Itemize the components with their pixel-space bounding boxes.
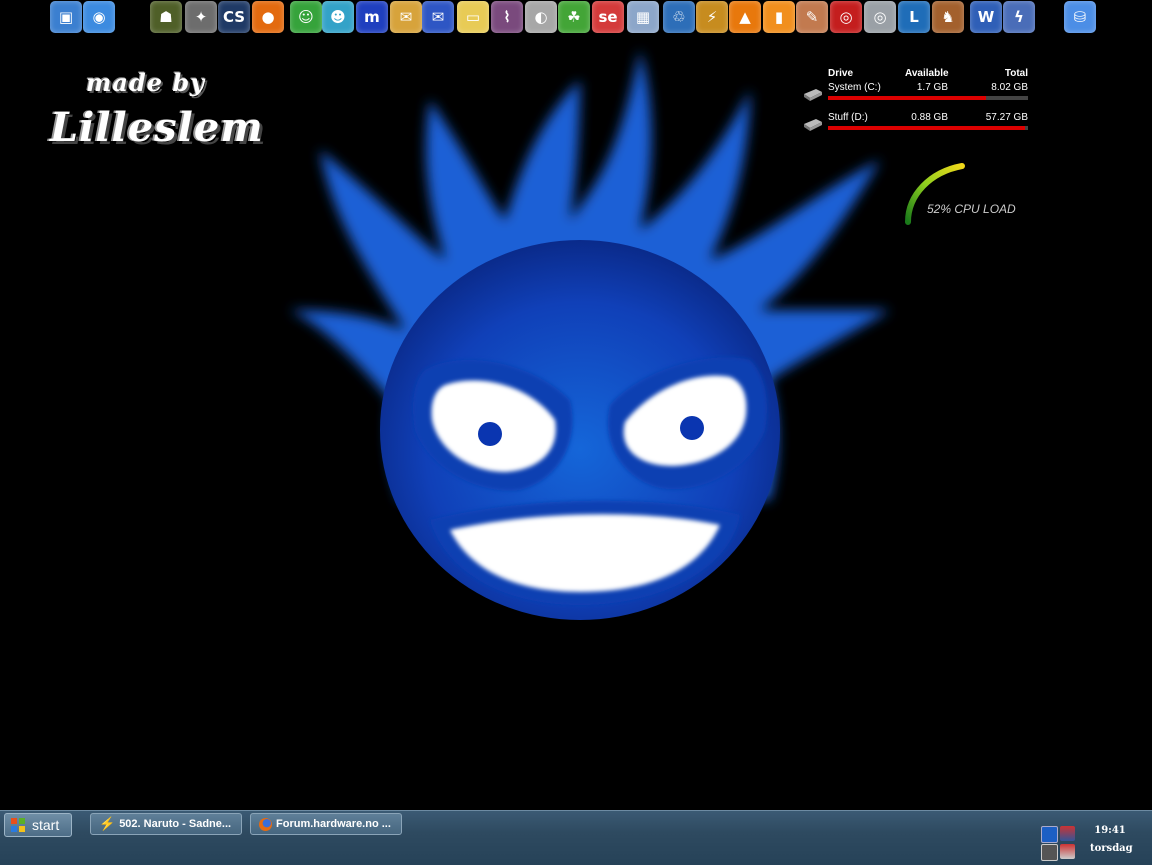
clock-day: torsdag — [1090, 843, 1133, 854]
start-button[interactable]: start — [4, 813, 72, 837]
ball-app-icon[interactable]: ◐ — [525, 1, 557, 33]
drive-name: System (C:) — [828, 82, 881, 93]
calculator-icon[interactable]: ▦ — [627, 1, 659, 33]
firefox-icon — [259, 817, 272, 831]
winamp-icon[interactable]: ⚡ — [696, 1, 728, 33]
drive-available: 0.88 GB — [911, 112, 948, 123]
taskbar-item-winamp[interactable]: ⚡ 502. Naruto - Sadne... — [90, 813, 242, 835]
tray-security-icon[interactable] — [1060, 844, 1075, 859]
internet-icon[interactable]: ◉ — [83, 1, 115, 33]
drive-column-header: Drive — [828, 68, 854, 79]
msn-messenger-icon[interactable]: ☺ — [290, 1, 322, 33]
vlc-icon[interactable]: ▲ — [729, 1, 761, 33]
tray-network-icon[interactable] — [1041, 826, 1058, 843]
folder-icon[interactable]: ▭ — [457, 1, 489, 33]
tray-flag-icon[interactable] — [1060, 826, 1075, 841]
hard-drive-icon — [804, 119, 822, 131]
taskbar: start ⚡ 502. Naruto - Sadne... Forum.har… — [0, 810, 1152, 865]
made-by-text: made by — [86, 68, 206, 97]
cpu-load-gauge: 52% CPU LOAD — [900, 160, 1040, 230]
cd-burner-icon[interactable]: ◎ — [864, 1, 896, 33]
game-monster-icon[interactable]: ☗ — [150, 1, 182, 33]
windows-logo-icon — [11, 818, 25, 832]
drive-usage-bar — [828, 126, 1028, 130]
taskbar-item-firefox[interactable]: Forum.hardware.no ... — [250, 813, 402, 835]
start-label: start — [32, 817, 60, 833]
mascot-left-pupil — [478, 422, 502, 446]
orange-app-icon[interactable]: ▮ — [763, 1, 795, 33]
messenger-contacts-icon[interactable]: ☻ — [322, 1, 354, 33]
layout-icon[interactable]: L — [898, 1, 930, 33]
database-icon[interactable]: ⛁ — [1064, 1, 1096, 33]
hard-drive-icon — [804, 89, 822, 101]
target-icon[interactable]: ◎ — [830, 1, 862, 33]
drive-available: 1.7 GB — [916, 82, 948, 93]
yoshi-icon[interactable]: ☘ — [558, 1, 590, 33]
available-column-header: Available — [905, 68, 949, 79]
firefox-icon[interactable]: ● — [252, 1, 284, 33]
drive-usage-fill — [828, 126, 1025, 130]
cpu-load-label: 52% CPU LOAD — [927, 202, 1016, 216]
search-engine-icon[interactable]: se — [592, 1, 624, 33]
speed-app-icon[interactable]: ϟ — [1003, 1, 1035, 33]
author-signature: Lilleslem — [50, 104, 264, 151]
top-dock: ▣ ◉ ☗ ✦ CS ● ☺ ☻ m ✉ ✉ ▭ ⌇ ◐ ☘ se ▦ ♲ ⚡ ▲ ▮ ✎ ◎ ◎ L ♞ Wϟ ⛁ — [0, 0, 1152, 34]
clock-time: 19:41 — [1094, 825, 1126, 836]
tray-drive-icon[interactable] — [1041, 844, 1058, 861]
drive-usage-fill — [828, 96, 986, 100]
paint-icon[interactable]: ✎ — [796, 1, 828, 33]
drive-usage-bar — [828, 96, 1028, 100]
drive-total: 8.02 GB — [991, 82, 1028, 93]
word-icon[interactable]: W — [970, 1, 1002, 33]
clock[interactable]: 19:41 torsdag — [1090, 822, 1133, 858]
counter-strike-source-icon[interactable]: CS — [218, 1, 250, 33]
email-icon[interactable]: ✉ — [422, 1, 454, 33]
counter-strike-icon[interactable]: ✦ — [185, 1, 217, 33]
drive-name: Stuff (D:) — [828, 112, 868, 123]
mascot-right-pupil — [680, 416, 704, 440]
taskbar-item-label: 502. Naruto - Sadne... — [119, 818, 232, 830]
recycle-bin-icon[interactable]: ♲ — [663, 1, 695, 33]
fox-app-icon[interactable]: ♞ — [932, 1, 964, 33]
drive-row[interactable]: System (C:) 1.7 GB 8.02 GB — [802, 82, 1030, 112]
purple-app-icon[interactable]: ⌇ — [491, 1, 523, 33]
mirc-icon[interactable]: m — [356, 1, 388, 33]
drive-row[interactable]: Stuff (D:) 0.88 GB 57.27 GB — [802, 112, 1030, 142]
winamp-icon: ⚡ — [99, 816, 116, 831]
my-computer-icon[interactable]: ▣ — [50, 1, 82, 33]
mail-envelope-icon[interactable]: ✉ — [390, 1, 422, 33]
total-column-header: Total — [1004, 68, 1028, 79]
drive-total: 57.27 GB — [985, 112, 1028, 123]
taskbar-item-label: Forum.hardware.no ... — [276, 818, 391, 830]
cpu-gauge-arc — [905, 163, 965, 225]
